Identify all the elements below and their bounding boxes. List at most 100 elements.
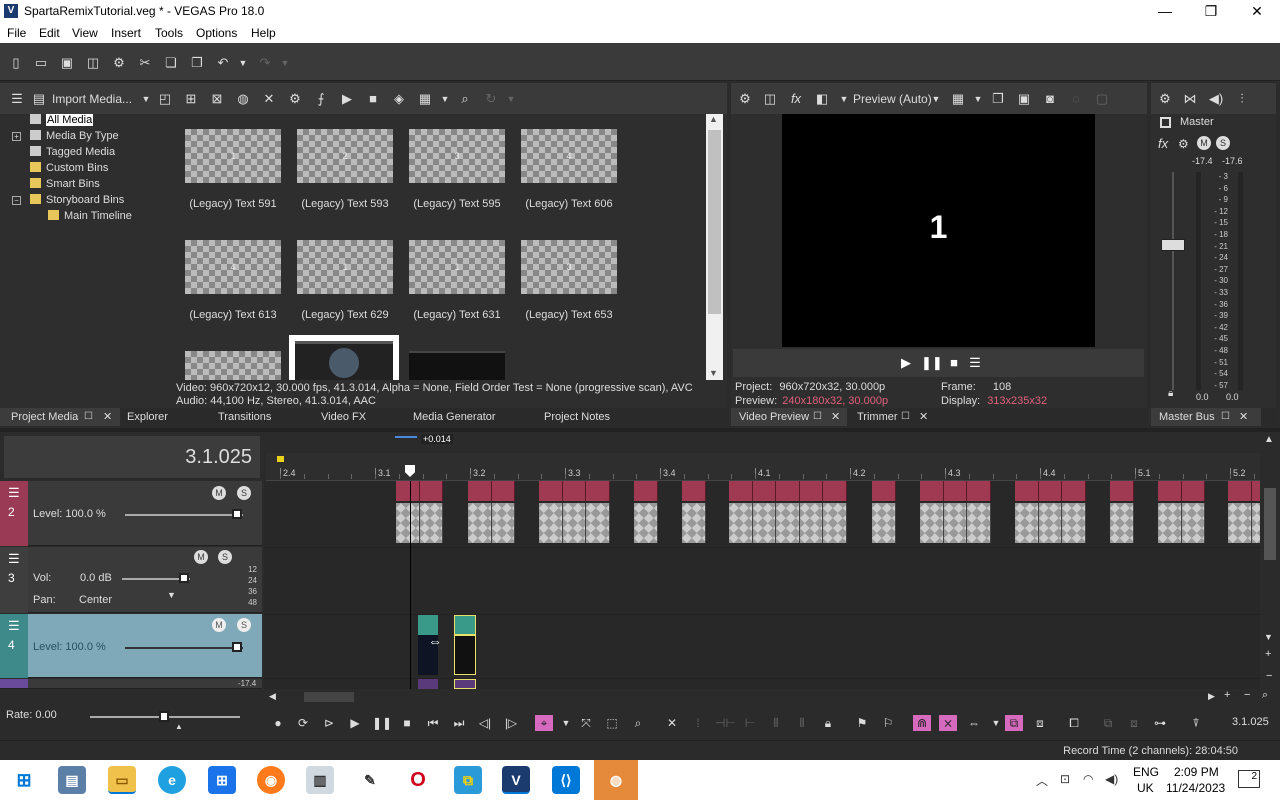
media-thumbnail[interactable]: 1	[185, 129, 281, 183]
play-from-start-icon[interactable]: ⊳	[320, 715, 338, 731]
region-insert-icon[interactable]: ⚐	[879, 715, 897, 731]
undock-icon[interactable]: ☐	[84, 408, 93, 426]
get-media-icon[interactable]: ⊞	[182, 91, 200, 107]
auto-preview-icon[interactable]: ◈	[390, 91, 408, 107]
preview-device-icon[interactable]: ◫	[761, 91, 779, 107]
event-clip[interactable]	[396, 503, 420, 543]
split-icon[interactable]: ⫴	[767, 715, 785, 731]
track-header-5[interactable]: -17.4	[0, 679, 262, 689]
lock-icon[interactable]: 🔒︎	[819, 715, 837, 731]
menu-help[interactable]: Help	[251, 26, 276, 40]
event-clip-header[interactable]	[967, 481, 991, 501]
tray-chevron-icon[interactable]: ︿	[1036, 772, 1048, 789]
tree-item-storyboard-bins[interactable]: Storyboard Bins	[30, 194, 124, 206]
volume-icon[interactable]: ◀)	[1105, 772, 1118, 786]
video-fx-icon[interactable]: fx	[787, 91, 805, 107]
new-file-icon[interactable]: ▯	[7, 55, 25, 71]
close-tab-icon[interactable]: ✕	[103, 408, 112, 426]
views-dropdown-icon[interactable]: ▼	[436, 91, 454, 107]
event-clip[interactable]	[1158, 503, 1182, 543]
multicam-icon[interactable]: ⧠	[1065, 715, 1083, 731]
event-clip-header[interactable]	[1228, 481, 1252, 501]
track-area[interactable]	[264, 481, 1260, 689]
overlays-grid-icon[interactable]: ▦	[949, 91, 967, 107]
go-to-end-icon[interactable]: ⏭	[450, 715, 468, 731]
disabled-icon[interactable]: ◌	[1067, 91, 1085, 107]
views-icon[interactable]: ▦	[416, 91, 434, 107]
media-thumbnail[interactable]: 4	[185, 240, 281, 294]
event-clip[interactable]	[943, 503, 967, 543]
event-clip[interactable]	[454, 615, 476, 635]
tab-trimmer[interactable]: Trimmer ☐ ✕	[857, 408, 937, 426]
delete-icon[interactable]: ✕	[663, 715, 681, 731]
preview-quality-select[interactable]: Preview (Auto)	[853, 92, 932, 106]
web-icon[interactable]: ◍	[234, 91, 252, 107]
track-menu-icon[interactable]: ☰	[8, 551, 20, 567]
volume-slider-knob[interactable]	[179, 573, 189, 583]
menu-view[interactable]: View	[72, 26, 98, 40]
tree-item-tagged-media[interactable]: Tagged Media	[30, 146, 115, 158]
event-clip-header[interactable]	[634, 481, 658, 501]
tab-media-generator[interactable]: Media Generator	[413, 408, 496, 426]
scroll-right-icon[interactable]: ▶	[1208, 691, 1215, 702]
import-media-button[interactable]: Import Media...	[52, 92, 132, 106]
cut-icon[interactable]: ✂	[136, 55, 154, 71]
event-clip[interactable]	[729, 503, 753, 543]
menu-options[interactable]: Options	[196, 26, 237, 40]
pause-icon[interactable]: ❚❚	[921, 355, 943, 371]
tree-item-smart-bins[interactable]: Smart Bins	[30, 178, 100, 190]
level-slider[interactable]	[125, 514, 243, 516]
track-menu-icon[interactable]: ☰	[8, 485, 20, 501]
open-folder-icon[interactable]: ▭	[32, 55, 50, 71]
collapse-icon[interactable]: −	[12, 196, 21, 205]
menu-file[interactable]: File	[7, 26, 26, 40]
event-clip-header[interactable]	[1015, 481, 1039, 501]
event-clip[interactable]	[1181, 503, 1205, 543]
tab-explorer[interactable]: Explorer	[127, 408, 168, 426]
event-clip[interactable]	[776, 503, 800, 543]
event-clip-header[interactable]	[396, 481, 420, 501]
event-clip[interactable]	[1038, 503, 1062, 543]
preview-settings-gear-icon[interactable]: ⚙	[736, 91, 754, 107]
expand-icon[interactable]: +	[12, 132, 21, 141]
import-media-icon[interactable]: ▤	[30, 91, 48, 107]
close-tab-icon[interactable]: ✕	[831, 408, 840, 426]
ripple-edit-icon[interactable]: ⇔	[965, 715, 983, 731]
event-clip[interactable]	[872, 503, 896, 543]
tab-project-media[interactable]: Project Media ☐ ✕	[0, 408, 120, 426]
split-icon[interactable]: ⫴	[793, 715, 811, 731]
menu-insert[interactable]: Insert	[111, 26, 141, 40]
maximize-button[interactable]: ❐	[1188, 0, 1234, 23]
event-clip-header[interactable]	[562, 481, 586, 501]
event-clip[interactable]	[562, 503, 586, 543]
track-header-4[interactable]: ☰ 4 M S Level: 100.0 %	[0, 614, 262, 678]
marker-icon[interactable]	[277, 456, 284, 462]
split-screen-icon[interactable]: ◧	[813, 91, 831, 107]
event-clip-header[interactable]	[1110, 481, 1134, 501]
media-thumbnail[interactable]: 4	[521, 129, 617, 183]
media-thumbnail[interactable]: 3	[521, 240, 617, 294]
mute-icon[interactable]: M	[194, 550, 208, 564]
scroll-down-icon[interactable]: ▼	[709, 368, 718, 378]
scroll-up-icon[interactable]: ▲	[709, 114, 718, 124]
save-icon[interactable]: ▣	[58, 55, 76, 71]
save-snapshot-icon[interactable]: ▣	[1015, 91, 1033, 107]
media-thumbnail[interactable]	[185, 351, 281, 380]
zoom-tool-icon[interactable]: ⌕	[629, 715, 647, 731]
event-clip-header[interactable]	[920, 481, 944, 501]
track-header-3[interactable]: ☰ 3 M S Vol: 0.0 dB Pan: Center ▼ 12 24 36…	[0, 547, 262, 613]
scrollbar-thumb[interactable]	[304, 692, 354, 702]
edge-icon[interactable]: e	[158, 766, 186, 794]
solo-icon[interactable]: S	[218, 550, 232, 564]
remove-unused-icon[interactable]: ⊠	[208, 91, 226, 107]
play-icon[interactable]: ▶	[338, 91, 356, 107]
copy-snapshot-icon[interactable]: ❐	[989, 91, 1007, 107]
envelope-tool-icon[interactable]: ⤧	[577, 715, 595, 731]
event-clip[interactable]	[752, 503, 776, 543]
media-thumbnail-selected[interactable]	[289, 335, 399, 380]
rate-center-icon[interactable]: ▲	[175, 722, 183, 731]
tab-video-fx[interactable]: Video FX	[321, 408, 366, 426]
event-clip[interactable]	[419, 503, 443, 543]
ignore-grouping-icon[interactable]: ⧈	[1031, 715, 1049, 731]
disabled-icon[interactable]: ⧈	[1125, 715, 1143, 731]
